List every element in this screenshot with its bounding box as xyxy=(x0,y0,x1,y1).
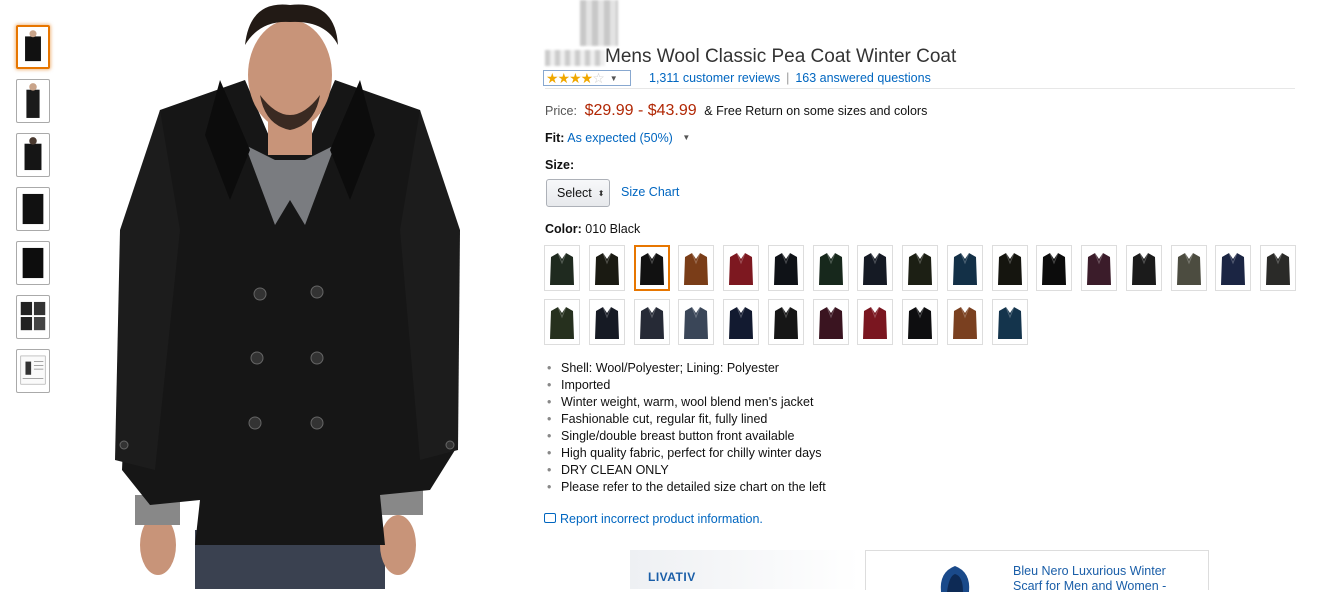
swatch-13[interactable] xyxy=(1081,245,1117,291)
blurred-brand-name xyxy=(545,50,605,66)
swatch-24[interactable] xyxy=(812,299,849,345)
blurred-brand-logo xyxy=(580,0,618,46)
rating-dropdown[interactable]: ★★★★☆ ▼ xyxy=(543,70,631,86)
thumbnail-7[interactable] xyxy=(16,349,50,393)
separator: | xyxy=(786,71,790,85)
swatch-11[interactable] xyxy=(991,245,1028,291)
thumbnail-3[interactable] xyxy=(16,133,50,177)
report-link-text: Report incorrect product information. xyxy=(560,512,763,526)
report-link[interactable]: Report incorrect product information. xyxy=(544,512,763,526)
thumbnail-4[interactable] xyxy=(16,187,50,231)
ad-product-title[interactable]: Bleu Nero Luxurious Winter Scarf for Men… xyxy=(1013,564,1193,594)
swatch-5[interactable] xyxy=(723,245,759,291)
swatch-4[interactable] xyxy=(678,245,715,291)
feature-bullet: Single/double breast button front availa… xyxy=(547,428,826,445)
swatch-12[interactable] xyxy=(1036,245,1073,291)
swatch-3[interactable] xyxy=(633,245,670,291)
swatch-28[interactable] xyxy=(991,299,1028,345)
feature-bullet: Imported xyxy=(547,377,826,394)
empty-star: ☆ xyxy=(592,70,605,86)
feature-bullet: Shell: Wool/Polyester; Lining: Polyester xyxy=(547,360,826,377)
answered-questions-link[interactable]: 163 answered questions xyxy=(795,71,931,85)
free-return-note: & Free Return on some sizes and colors xyxy=(704,104,928,118)
color-value: 010 Black xyxy=(585,222,641,236)
reviews-row: 1,311 customer reviews | 163 answered ques… xyxy=(649,71,931,85)
feature-bullet: DRY CLEAN ONLY xyxy=(547,462,826,479)
feature-bullet: High quality fabric, perfect for chilly … xyxy=(547,445,826,462)
swatch-19[interactable] xyxy=(588,299,625,345)
comment-icon xyxy=(544,513,556,523)
scarf-image[interactable] xyxy=(935,562,977,592)
swatch-20[interactable] xyxy=(633,299,670,345)
swatch-10[interactable] xyxy=(946,245,983,291)
size-select[interactable]: Select ⬍ xyxy=(546,179,610,207)
swatch-18[interactable] xyxy=(544,299,580,345)
chevron-down-icon[interactable]: ▼ xyxy=(682,133,690,142)
feature-bullet: Please refer to the detailed size chart … xyxy=(547,479,826,496)
swatch-27[interactable] xyxy=(946,299,983,345)
swatch-25[interactable] xyxy=(857,299,894,345)
customer-reviews-link[interactable]: 1,311 customer reviews xyxy=(649,71,780,85)
swatch-17[interactable] xyxy=(1260,245,1296,291)
feature-bullet: Fashionable cut, regular fit, fully line… xyxy=(547,411,826,428)
size-chart-link[interactable]: Size Chart xyxy=(621,185,679,199)
swatch-1[interactable] xyxy=(544,245,580,291)
swatch-23[interactable] xyxy=(767,299,804,345)
color-label-row: Color: 010 Black xyxy=(545,222,640,236)
swatch-21[interactable] xyxy=(678,299,715,345)
fit-value-link[interactable]: As expected (50%) xyxy=(567,131,673,145)
thumbnail-6[interactable] xyxy=(16,295,50,339)
fit-row: Fit: As expected (50%) ▼ xyxy=(545,131,690,145)
product-title: Mens Wool Classic Pea Coat Winter Coat xyxy=(605,46,957,67)
swatch-15[interactable] xyxy=(1170,245,1207,291)
filled-stars: ★★★★ xyxy=(546,70,593,86)
size-label: Size: xyxy=(545,158,575,172)
divider xyxy=(545,88,1295,89)
swatch-16[interactable] xyxy=(1215,245,1252,291)
price-row: Price: $29.99 - $43.99 & Free Return on … xyxy=(545,102,927,120)
swatch-9[interactable] xyxy=(902,245,938,291)
fit-label: Fit: xyxy=(545,131,565,145)
main-product-image[interactable] xyxy=(100,0,480,589)
select-arrows-icon: ⬍ xyxy=(597,188,605,198)
swatch-2[interactable] xyxy=(588,245,625,291)
swatch-8[interactable] xyxy=(857,245,894,291)
swatch-6[interactable] xyxy=(767,245,804,291)
thumbnail-strip xyxy=(16,25,52,403)
swatch-7[interactable] xyxy=(812,245,849,291)
chevron-down-icon: ▼ xyxy=(609,73,618,83)
feature-bullet: Winter weight, warm, wool blend men's ja… xyxy=(547,394,826,411)
ad-brand-name[interactable]: LIVATIV xyxy=(648,570,696,584)
feature-bullets: Shell: Wool/Polyester; Lining: Polyester… xyxy=(545,360,826,496)
thumbnail-2[interactable] xyxy=(16,79,50,123)
color-label: Color: xyxy=(545,222,582,236)
size-select-value: Select xyxy=(557,186,592,200)
price-value: $29.99 - $43.99 xyxy=(584,102,697,119)
swatch-26[interactable] xyxy=(902,299,938,345)
price-label: Price: xyxy=(545,104,577,118)
star-rating-icon: ★★★★☆ xyxy=(546,70,605,86)
thumbnail-1[interactable] xyxy=(16,25,50,69)
swatch-14[interactable] xyxy=(1125,245,1162,291)
swatch-22[interactable] xyxy=(723,299,759,345)
thumbnail-5[interactable] xyxy=(16,241,50,285)
